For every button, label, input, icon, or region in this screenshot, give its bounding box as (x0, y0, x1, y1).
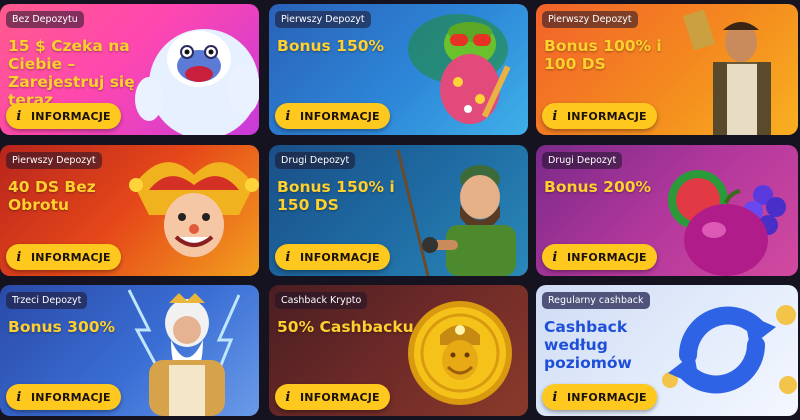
info-button[interactable]: i INFORMACJE (6, 103, 121, 129)
card-badge: Bez Depozytu (6, 11, 84, 28)
frog-illustration (408, 14, 511, 124)
card-title: Bonus 150% (277, 37, 385, 55)
promotions-grid: Bez Depozytu 15 $ Czeka na Ciebie – Zare… (0, 0, 800, 420)
card-title: Bonus 150% i 150 DS (277, 178, 395, 214)
info-button-label: INFORMACJE (300, 390, 380, 404)
card-badge: Cashback Krypto (275, 292, 368, 309)
card-title: 15 $ Czeka na Ciebie – Zarejestruj się t… (8, 37, 135, 109)
card-badge: Drugi Depozyt (542, 152, 623, 169)
card-title: 50% Cashbacku (277, 318, 414, 336)
card-badge: Pierwszy Depozyt (6, 152, 102, 169)
promo-card-first-deposit-40ds[interactable]: Pierwszy Depozyt 40 DS Bez Obrotu i INFO… (0, 145, 259, 276)
info-button-label: INFORMACJE (31, 109, 111, 123)
card-title: Bonus 200% (544, 178, 652, 196)
info-icon: i (285, 389, 291, 405)
info-icon: i (552, 249, 558, 265)
info-button[interactable]: i INFORMACJE (275, 244, 390, 270)
info-button-label: INFORMACJE (300, 250, 380, 264)
info-button[interactable]: i INFORMACJE (275, 384, 390, 410)
info-icon: i (552, 389, 558, 405)
info-icon: i (285, 108, 291, 124)
card-badge: Regularny cashback (542, 292, 650, 309)
card-title: 40 DS Bez Obrotu (8, 178, 96, 214)
info-button[interactable]: i INFORMACJE (275, 103, 390, 129)
card-title: Cashback według poziomów (544, 318, 632, 372)
info-button-label: INFORMACJE (567, 109, 647, 123)
info-button-label: INFORMACJE (31, 250, 111, 264)
card-badge: Pierwszy Depozyt (275, 11, 371, 28)
promo-card-no-deposit[interactable]: Bez Depozytu 15 $ Czeka na Ciebie – Zare… (0, 4, 259, 135)
card-title: Bonus 100% i 100 DS (544, 37, 662, 73)
card-title: Bonus 300% (8, 318, 116, 336)
info-button-label: INFORMACJE (567, 390, 647, 404)
info-button-label: INFORMACJE (567, 250, 647, 264)
card-badge: Drugi Depozyt (275, 152, 356, 169)
info-button[interactable]: i INFORMACJE (6, 244, 121, 270)
info-button[interactable]: i INFORMACJE (542, 244, 657, 270)
promo-card-second-deposit-150[interactable]: Drugi Depozyt Bonus 150% i 150 DS i INFO… (269, 145, 528, 276)
card-badge: Pierwszy Depozyt (542, 11, 638, 28)
promo-card-regular-cashback[interactable]: Regularny cashback Cashback według pozio… (536, 285, 798, 416)
info-button-label: INFORMACJE (300, 109, 380, 123)
info-icon: i (16, 249, 22, 265)
promo-card-second-deposit-200[interactable]: Drugi Depozyt Bonus 200% i INFORMACJE (536, 145, 798, 276)
promo-card-first-deposit-100[interactable]: Pierwszy Depozyt Bonus 100% i 100 DS i I… (536, 4, 798, 135)
info-icon: i (16, 108, 22, 124)
plum-illustration (668, 170, 786, 276)
info-button[interactable]: i INFORMACJE (542, 384, 657, 410)
info-icon: i (552, 108, 558, 124)
promo-card-first-deposit-150[interactable]: Pierwszy Depozyt Bonus 150% i INFORMACJE (269, 4, 528, 135)
card-badge: Trzeci Depozyt (6, 292, 88, 309)
info-icon: i (285, 249, 291, 265)
promo-card-third-deposit-300[interactable]: Trzeci Depozyt Bonus 300% i INFORMACJE (0, 285, 259, 416)
info-button[interactable]: i INFORMACJE (542, 103, 657, 129)
info-icon: i (16, 389, 22, 405)
coin-illustration (408, 301, 512, 405)
info-button[interactable]: i INFORMACJE (6, 384, 121, 410)
zeus-illustration (127, 289, 241, 416)
info-button-label: INFORMACJE (31, 390, 111, 404)
promo-card-crypto-cashback[interactable]: Cashback Krypto 50% Cashbacku i INFORMAC… (269, 285, 528, 416)
